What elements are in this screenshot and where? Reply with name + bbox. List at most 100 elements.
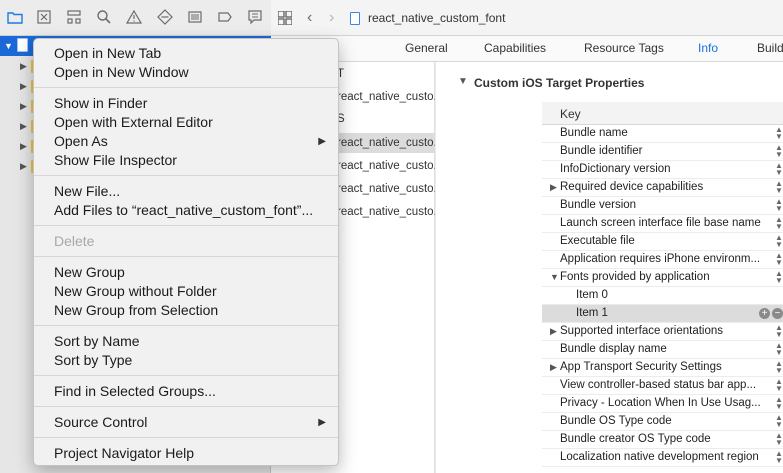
plist-key: Application requires iPhone environm... (560, 253, 761, 265)
menu-item-open-in-new-tab[interactable]: Open in New Tab (34, 44, 338, 63)
disclosure-right-icon[interactable]: ▶ (550, 359, 557, 376)
menu-separator (34, 256, 338, 257)
plist-row[interactable]: Privacy - Location When In Use Usag... ▲ ▼ (542, 395, 783, 413)
menu-item-new-file[interactable]: New File... (34, 182, 338, 201)
tab-info[interactable]: Info (698, 41, 718, 55)
menu-item-open-as[interactable]: Open As ▶ (34, 132, 338, 151)
plist-key: Bundle OS Type code (560, 415, 672, 427)
menu-item-new-group-without-folder[interactable]: New Group without Folder (34, 282, 338, 301)
menu-item-sort-by-name[interactable]: Sort by Name (34, 332, 338, 351)
test-icon[interactable] (156, 9, 174, 27)
disclosure-right-icon[interactable]: ▶ (20, 96, 28, 116)
plist-key: Supported interface orientations (560, 325, 724, 337)
plist-row[interactable]: Launch screen interface file base name ▲ ▼ (542, 215, 783, 233)
plist-row[interactable]: Bundle display name ▲ ▼ (542, 341, 783, 359)
key-stepper-icon[interactable]: ▲ ▼ (775, 396, 783, 411)
plist-row[interactable]: Bundle OS Type code ▲ ▼ (542, 413, 783, 431)
report-icon[interactable] (246, 9, 264, 27)
forward-arrow-icon[interactable]: › (329, 9, 334, 27)
plist-row[interactable]: ▶ App Transport Security Settings ▲ ▼ (542, 359, 783, 377)
remove-row-icon[interactable]: − (772, 308, 783, 319)
warning-icon[interactable] (125, 9, 143, 27)
tab-capabilities[interactable]: Capabilities (484, 41, 546, 55)
plist-row[interactable]: Bundle identifier ▲ ▼ (542, 143, 783, 161)
key-stepper-icon[interactable]: ▲ ▼ (775, 216, 783, 231)
plist-row[interactable]: Localization native development region ▲ ▼ (542, 449, 783, 467)
tab-resource-tags[interactable]: Resource Tags (584, 41, 664, 55)
related-items-grid-icon[interactable] (278, 11, 292, 25)
menu-item-new-group[interactable]: New Group (34, 263, 338, 282)
menu-item-new-group-from-selection[interactable]: New Group from Selection (34, 301, 338, 320)
menu-item-project-navigator-help[interactable]: Project Navigator Help (34, 444, 338, 463)
hierarchy-icon[interactable] (65, 9, 83, 27)
plist-row[interactable]: Item 0 (542, 287, 783, 305)
key-stepper-icon[interactable]: ▲ ▼ (775, 252, 783, 267)
key-stepper-icon[interactable]: ▲ ▼ (775, 414, 783, 429)
key-stepper-icon[interactable]: ▲ ▼ (775, 360, 783, 375)
debug-icon[interactable] (186, 9, 204, 27)
tab-build[interactable]: Build (757, 41, 783, 55)
key-stepper-icon[interactable]: ▲ ▼ (775, 324, 783, 339)
key-stepper-icon[interactable]: ▲ ▼ (775, 450, 783, 465)
key-stepper-icon[interactable]: ▲ ▼ (775, 378, 783, 393)
key-stepper-icon[interactable]: ▲ ▼ (775, 234, 783, 249)
search-icon[interactable] (95, 9, 113, 27)
disclosure-right-icon[interactable]: ▶ (20, 156, 28, 176)
plist-row[interactable]: Bundle creator OS Type code ▲ ▼ (542, 431, 783, 449)
folder-icon[interactable] (6, 9, 24, 27)
disclosure-down-icon[interactable]: ▼ (458, 76, 468, 87)
disclosure-down-icon[interactable]: ▼ (550, 269, 559, 286)
plist-row[interactable]: InfoDictionary version ▲ ▼ (542, 161, 783, 179)
plist-row[interactable]: Bundle name ▲ ▼ (542, 125, 783, 143)
plist-key: Localization native development region (560, 451, 759, 463)
plist-row[interactable]: View controller-based status bar app... ▲… (542, 377, 783, 395)
disclosure-right-icon[interactable]: ▶ (550, 323, 557, 340)
menu-item-find-in-selected-groups[interactable]: Find in Selected Groups... (34, 382, 338, 401)
menu-item-show-file-inspector[interactable]: Show File Inspector (34, 151, 338, 170)
menu-item-show-in-finder[interactable]: Show in Finder (34, 94, 338, 113)
add-row-icon[interactable]: + (759, 308, 770, 319)
menu-item-label: Find in Selected Groups... (54, 383, 216, 399)
tab-general[interactable]: General (405, 41, 448, 55)
menu-item-sort-by-type[interactable]: Sort by Type (34, 351, 338, 370)
menu-item-label: Delete (54, 233, 95, 249)
disclosure-right-icon[interactable]: ▶ (20, 56, 28, 76)
disclosure-right-icon[interactable]: ▶ (20, 136, 28, 156)
plist-row[interactable]: ▼ Fonts provided by application ▲ ▼ (542, 269, 783, 287)
breakpoint-icon[interactable] (216, 9, 234, 27)
disclosure-right-icon[interactable]: ▶ (20, 76, 28, 96)
menu-item-open-in-new-window[interactable]: Open in New Window (34, 63, 338, 82)
disclosure-right-icon[interactable]: ▶ (550, 179, 557, 196)
menu-item-add-files-to-react-native-custom-font[interactable]: Add Files to “react_native_custom_font”.… (34, 201, 338, 220)
source-control-icon[interactable] (35, 9, 53, 27)
plist-row[interactable]: Item 1 + − (542, 305, 783, 323)
key-stepper-icon[interactable]: ▲ ▼ (775, 432, 783, 447)
menu-item-label: Open with External Editor (54, 114, 213, 130)
key-stepper-icon[interactable]: ▲ ▼ (775, 342, 783, 357)
key-stepper-icon[interactable]: ▲ ▼ (775, 198, 783, 213)
plist-key: Fonts provided by application (560, 271, 710, 283)
key-stepper-icon[interactable]: ▲ ▼ (775, 162, 783, 177)
key-column-header[interactable]: Key (560, 107, 581, 121)
menu-item-label: Sort by Type (54, 352, 133, 368)
plist-row[interactable]: Executable file ▲ ▼ (542, 233, 783, 251)
key-stepper-icon[interactable]: ▲ ▼ (775, 270, 783, 285)
key-stepper-icon[interactable]: ▲ ▼ (775, 144, 783, 159)
plist-row[interactable]: ▶ Required device capabilities ▲ ▼ (542, 179, 783, 197)
disclosure-down-icon[interactable]: ▼ (4, 36, 13, 56)
key-stepper-icon[interactable]: ▲ ▼ (775, 180, 783, 195)
plist-key: Bundle version (560, 199, 637, 211)
menu-item-source-control[interactable]: Source Control ▶ (34, 413, 338, 432)
menu-item-open-with-external-editor[interactable]: Open with External Editor (34, 113, 338, 132)
disclosure-right-icon[interactable]: ▶ (20, 116, 28, 136)
plist-row[interactable]: Bundle version ▲ ▼ (542, 197, 783, 215)
section-title: Custom iOS Target Properties (474, 76, 645, 90)
plist-row[interactable]: Application requires iPhone environm... ▲… (542, 251, 783, 269)
jump-bar-title[interactable]: react_native_custom_font (368, 11, 505, 25)
plist-row[interactable]: ▶ Supported interface orientations ▲ ▼ (542, 323, 783, 341)
menu-separator (34, 87, 338, 88)
back-arrow-icon[interactable]: ‹ (307, 9, 312, 27)
key-stepper-icon[interactable]: ▲ ▼ (775, 126, 783, 141)
menu-item-label: Open in New Tab (54, 45, 162, 61)
menu-item-label: Add Files to “react_native_custom_font”.… (54, 202, 314, 218)
